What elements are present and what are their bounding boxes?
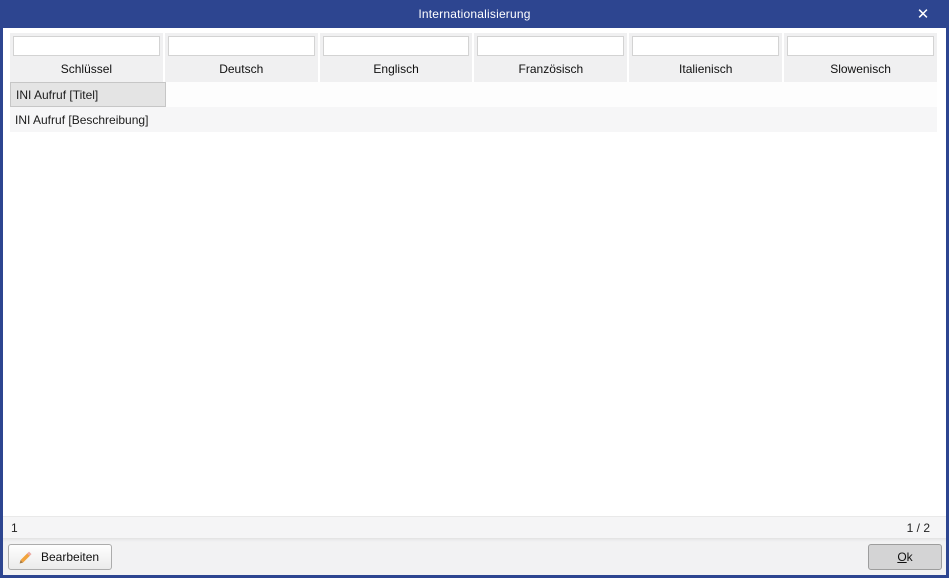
filter-input-deutsch[interactable] bbox=[168, 36, 315, 56]
table-row[interactable]: INI Aufruf [Titel] bbox=[10, 82, 937, 107]
column-header-slowenisch[interactable]: Slowenisch bbox=[787, 56, 934, 82]
column-header-englisch[interactable]: Englisch bbox=[323, 56, 470, 82]
cell-translations-empty[interactable] bbox=[166, 82, 937, 107]
column-italienisch: Italienisch bbox=[629, 33, 782, 82]
column-header-deutsch[interactable]: Deutsch bbox=[168, 56, 315, 82]
column-header-franzoesisch[interactable]: Französisch bbox=[477, 56, 624, 82]
cell-translations-empty[interactable] bbox=[166, 107, 937, 132]
filter-input-franzoesisch[interactable] bbox=[477, 36, 624, 56]
column-englisch: Englisch bbox=[320, 33, 473, 82]
cell-schluessel-selected[interactable]: INI Aufruf [Titel] bbox=[10, 82, 166, 107]
edit-button[interactable]: Bearbeiten bbox=[8, 544, 112, 570]
grid-header: Schlüssel Deutsch Englisch Französisch I… bbox=[10, 33, 937, 82]
column-franzoesisch: Französisch bbox=[474, 33, 627, 82]
filter-input-slowenisch[interactable] bbox=[787, 36, 934, 56]
status-page-indicator: 1 / 2 bbox=[907, 521, 930, 535]
close-icon[interactable]: ✕ bbox=[906, 0, 940, 28]
column-slowenisch: Slowenisch bbox=[784, 33, 937, 82]
dialog-body: Schlüssel Deutsch Englisch Französisch I… bbox=[3, 28, 946, 575]
edit-button-label: Bearbeiten bbox=[41, 550, 99, 564]
footer-bar: Bearbeiten Ok bbox=[3, 538, 946, 575]
cell-schluessel[interactable]: INI Aufruf [Beschreibung] bbox=[10, 107, 166, 132]
table-row[interactable]: INI Aufruf [Beschreibung] bbox=[10, 107, 937, 132]
ok-button-label-rest: k bbox=[907, 550, 913, 564]
status-row-count: 1 bbox=[11, 521, 18, 535]
title-bar[interactable]: Internationalisierung ✕ bbox=[3, 0, 946, 28]
column-schluessel: Schlüssel bbox=[10, 33, 163, 82]
ok-button[interactable]: Ok bbox=[868, 544, 942, 570]
filter-input-italienisch[interactable] bbox=[632, 36, 779, 56]
ok-button-accel: O bbox=[897, 550, 906, 564]
status-bar: 1 1 / 2 bbox=[3, 516, 946, 538]
pencil-icon bbox=[18, 549, 34, 565]
column-header-schluessel[interactable]: Schlüssel bbox=[13, 56, 160, 82]
filter-input-schluessel[interactable] bbox=[13, 36, 160, 56]
filter-input-englisch[interactable] bbox=[323, 36, 470, 56]
translation-grid: Schlüssel Deutsch Englisch Französisch I… bbox=[3, 28, 946, 516]
column-header-italienisch[interactable]: Italienisch bbox=[632, 56, 779, 82]
window-title: Internationalisierung bbox=[418, 7, 530, 21]
dialog-window: Internationalisierung ✕ Schlüssel Deutsc… bbox=[0, 0, 949, 578]
column-deutsch: Deutsch bbox=[165, 33, 318, 82]
